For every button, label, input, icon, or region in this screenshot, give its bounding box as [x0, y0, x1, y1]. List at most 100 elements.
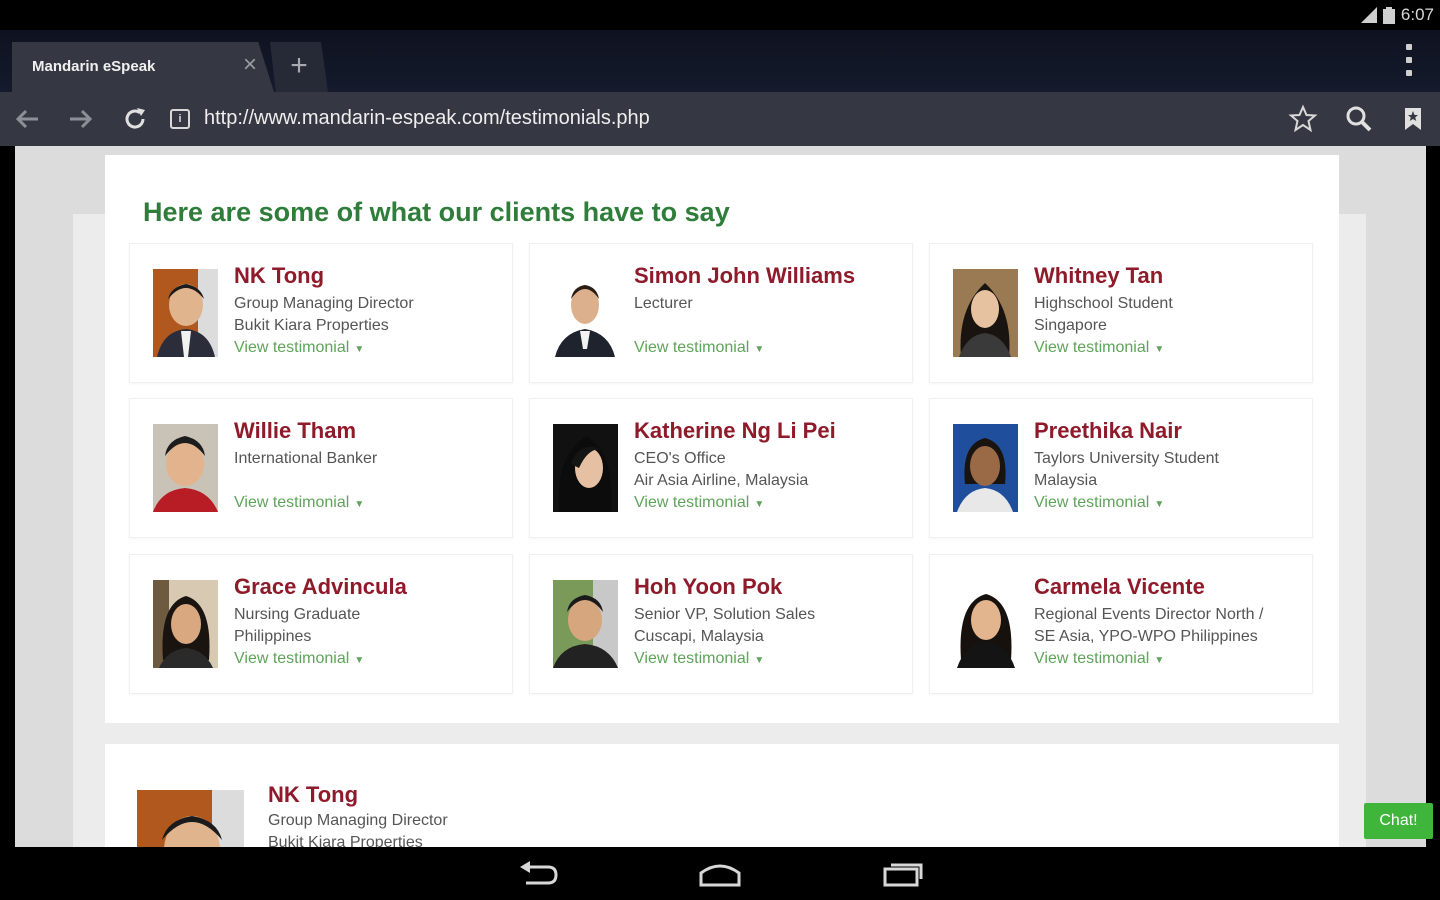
view-testimonial-label: View testimonial — [634, 650, 750, 667]
testimonial-title: CEO's Office — [634, 450, 726, 467]
testimonial-name: Grace Advincula — [234, 574, 407, 599]
view-testimonial-link[interactable]: View testimonial ▼ — [634, 494, 764, 512]
forward-icon[interactable] — [64, 102, 98, 136]
avatar — [553, 269, 618, 357]
avatar — [153, 580, 218, 668]
avatar — [953, 269, 1018, 357]
testimonial-title: Taylors University Student — [1034, 450, 1219, 467]
bookmarks-icon[interactable] — [1396, 102, 1430, 136]
avatar — [953, 580, 1018, 668]
testimonial-tile[interactable]: Whitney Tan Highschool Student Singapore… — [929, 243, 1313, 383]
testimonial-name: Hoh Yoon Pok — [634, 574, 783, 599]
testimonial-organization: Singapore — [1034, 317, 1107, 334]
tab-title: Mandarin eSpeak — [32, 58, 156, 75]
view-testimonial-link[interactable]: View testimonial ▼ — [634, 339, 764, 357]
view-testimonial-link[interactable]: View testimonial ▼ — [234, 650, 364, 668]
avatar — [153, 269, 218, 357]
testimonial-name: Whitney Tan — [1034, 263, 1164, 288]
close-icon[interactable]: × — [238, 53, 262, 77]
testimonial-tile[interactable]: Carmela Vicente Regional Events Director… — [929, 554, 1313, 694]
testimonial-organization: SE Asia, YPO-WPO Philippines — [1034, 628, 1258, 645]
browser-toolbar: i http://www.mandarin-espeak.com/testimo… — [0, 92, 1440, 146]
testimonials-card: Here are some of what our clients have t… — [105, 155, 1339, 723]
tab-strip: Mandarin eSpeak × + — [0, 30, 1440, 92]
triangle-down-icon: ▼ — [1154, 499, 1165, 510]
view-testimonial-label: View testimonial — [1034, 650, 1150, 667]
signal-icon — [1360, 7, 1377, 23]
detail-title: Group Managing Director — [268, 812, 448, 829]
view-testimonial-label: View testimonial — [634, 339, 750, 356]
plus-icon[interactable]: + — [270, 42, 328, 92]
triangle-down-icon: ▼ — [354, 499, 365, 510]
view-testimonial-label: View testimonial — [634, 494, 750, 511]
view-testimonial-link[interactable]: View testimonial ▼ — [1034, 494, 1164, 512]
view-testimonial-link[interactable]: View testimonial ▼ — [1034, 339, 1164, 357]
testimonial-organization: Philippines — [234, 628, 312, 645]
view-testimonial-label: View testimonial — [1034, 339, 1150, 356]
url-field[interactable]: http://www.mandarin-espeak.com/testimoni… — [204, 107, 650, 130]
reload-icon[interactable] — [118, 102, 152, 136]
testimonial-detail-card: NK Tong Group Managing Director Bukit Ki… — [105, 744, 1339, 847]
browser-tab[interactable]: Mandarin eSpeak × — [12, 42, 274, 92]
triangle-down-icon: ▼ — [354, 344, 365, 355]
testimonial-title: Senior VP, Solution Sales — [634, 606, 816, 623]
testimonial-organization: Malaysia — [1034, 472, 1098, 489]
bookmark-star-icon[interactable] — [1286, 102, 1320, 136]
testimonial-name: NK Tong — [234, 263, 325, 288]
testimonial-title: Highschool Student — [1034, 295, 1173, 312]
web-page: Here are some of what our clients have t… — [15, 146, 1426, 847]
triangle-down-icon: ▼ — [754, 655, 765, 666]
testimonial-tile[interactable]: Grace Advincula Nursing Graduate Philipp… — [129, 554, 513, 694]
testimonial-tile[interactable]: Katherine Ng Li Pei CEO's Office Air Asi… — [529, 398, 913, 538]
avatar — [153, 424, 218, 512]
testimonial-tile[interactable]: Preethika Nair Taylors University Studen… — [929, 398, 1313, 538]
detail-name: NK Tong — [268, 782, 359, 807]
page-info-icon[interactable]: i — [170, 109, 190, 129]
testimonial-title: Nursing Graduate — [234, 606, 361, 623]
view-testimonial-label: View testimonial — [234, 339, 350, 356]
avatar — [953, 424, 1018, 512]
battery-icon — [1382, 6, 1395, 24]
triangle-down-icon: ▼ — [754, 344, 765, 355]
view-testimonial-link[interactable]: View testimonial ▼ — [234, 339, 364, 357]
testimonial-name: Carmela Vicente — [1034, 574, 1205, 599]
status-bar: 6:07 — [0, 0, 1440, 30]
chat-button[interactable]: Chat! — [1364, 803, 1433, 839]
testimonial-name: Katherine Ng Li Pei — [634, 418, 836, 443]
testimonial-name: Simon John Williams — [634, 263, 856, 288]
view-testimonial-link[interactable]: View testimonial ▼ — [234, 494, 364, 512]
view-testimonial-label: View testimonial — [1034, 494, 1150, 511]
testimonial-tile[interactable]: Willie Tham International Banker View te… — [129, 398, 513, 538]
back-icon[interactable] — [10, 102, 44, 136]
testimonial-organization: Bukit Kiara Properties — [234, 317, 389, 334]
view-testimonial-link[interactable]: View testimonial ▼ — [1034, 650, 1164, 668]
triangle-down-icon: ▼ — [754, 499, 765, 510]
testimonial-title: International Banker — [234, 450, 378, 467]
avatar — [137, 790, 244, 847]
testimonial-tile[interactable]: Hoh Yoon Pok Senior VP, Solution Sales C… — [529, 554, 913, 694]
testimonial-organization: Cuscapi, Malaysia — [634, 628, 764, 645]
triangle-down-icon: ▼ — [354, 655, 365, 666]
avatar — [553, 424, 618, 512]
testimonial-title: Lecturer — [634, 295, 693, 312]
testimonial-organization: Air Asia Airline, Malaysia — [634, 472, 809, 489]
navigation-bar — [0, 847, 1440, 900]
view-testimonial-label: View testimonial — [234, 494, 350, 511]
triangle-down-icon: ▼ — [1154, 655, 1165, 666]
nav-home-icon[interactable] — [697, 859, 743, 889]
avatar — [553, 580, 618, 668]
detail-organization: Bukit Kiara Properties — [268, 834, 423, 847]
view-testimonial-link[interactable]: View testimonial ▼ — [634, 650, 764, 668]
search-icon[interactable] — [1342, 102, 1376, 136]
clock: 6:07 — [1400, 5, 1434, 24]
testimonial-title: Regional Events Director North / — [1034, 606, 1264, 623]
testimonial-title: Group Managing Director — [234, 295, 414, 312]
nav-recents-icon[interactable] — [881, 859, 927, 889]
page-heading: Here are some of what our clients have t… — [143, 197, 730, 227]
testimonial-name: Willie Tham — [234, 418, 357, 443]
testimonial-name: Preethika Nair — [1034, 418, 1182, 443]
testimonial-tile[interactable]: Simon John Williams Lecturer View testim… — [529, 243, 913, 383]
nav-back-icon[interactable] — [516, 859, 562, 889]
overflow-menu-icon[interactable] — [1406, 44, 1414, 76]
testimonial-tile[interactable]: NK Tong Group Managing Director Bukit Ki… — [129, 243, 513, 383]
